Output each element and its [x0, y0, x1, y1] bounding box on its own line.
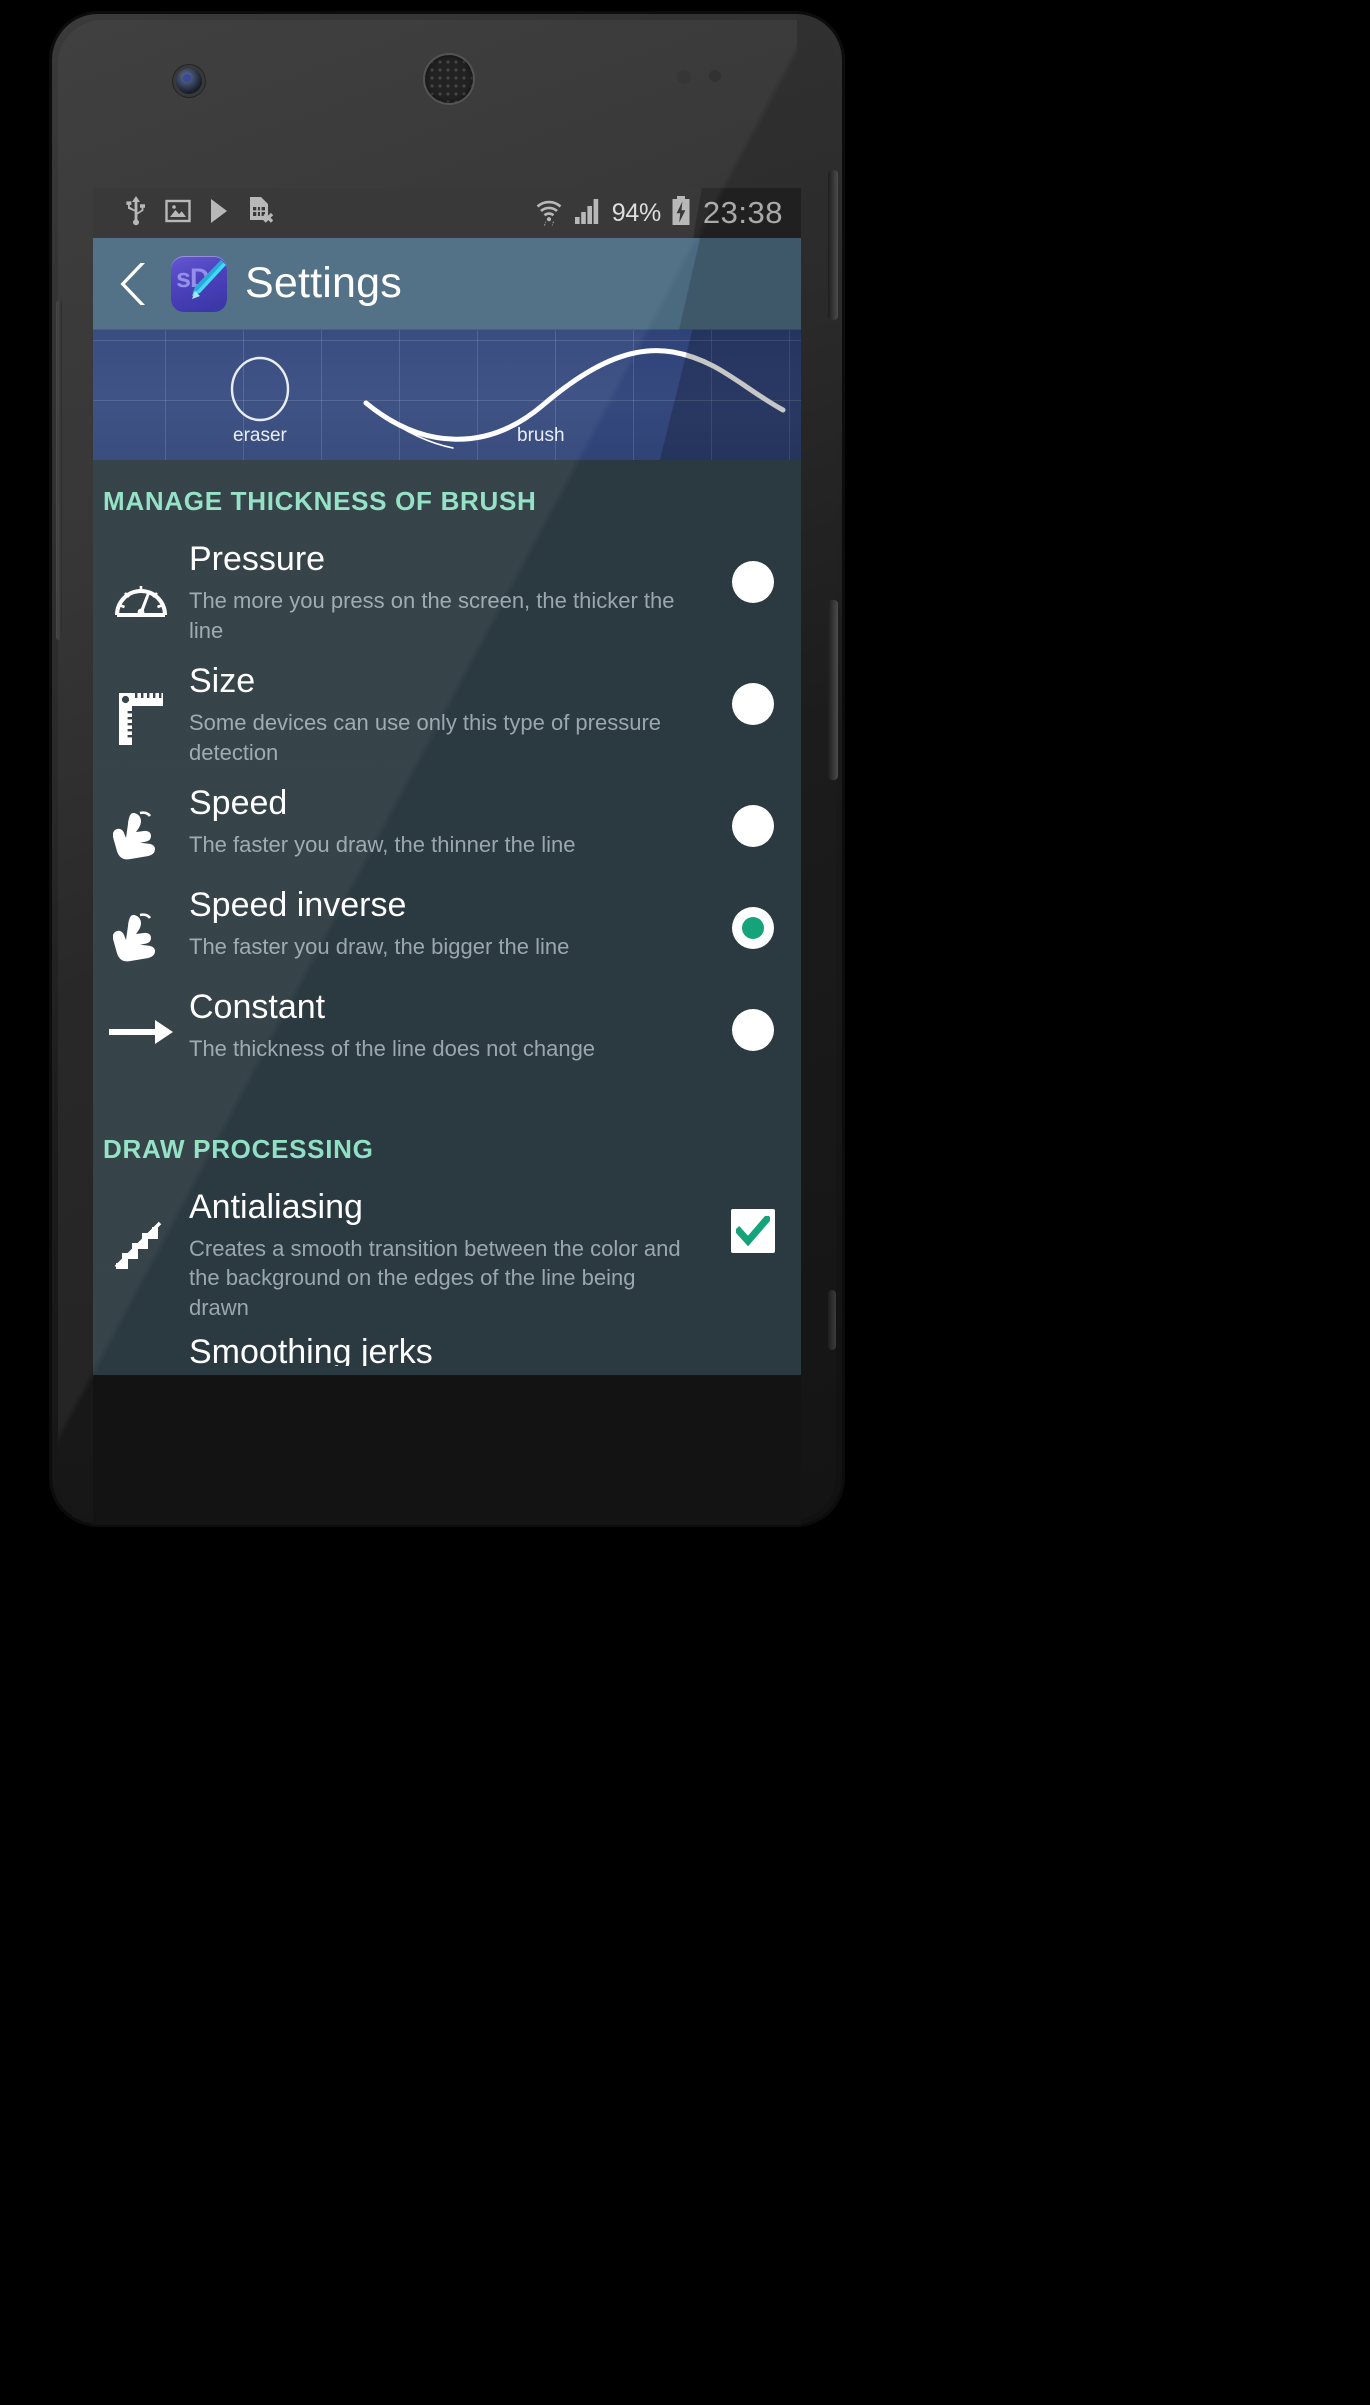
play-icon: [209, 198, 229, 229]
screen-bottom-edge: [93, 1345, 801, 1375]
section-header-draw-processing: DRAW PROCESSING: [103, 1133, 374, 1164]
setting-row-speed[interactable]: Speed The faster you draw, the thinner t…: [93, 777, 801, 879]
section-header-thickness: MANAGE THICKNESS OF BRUSH: [103, 486, 537, 516]
brush-sine-taper: [365, 402, 454, 449]
setting-row-size[interactable]: Size Some devices can use only this type…: [93, 655, 801, 777]
setting-row-constant[interactable]: Constant The thickness of the line does …: [93, 981, 801, 1074]
hand-tap-icon: [93, 885, 189, 971]
preview-glare: [571, 330, 801, 460]
proximity-sensor: [677, 70, 691, 84]
setting-title: Speed inverse: [189, 885, 407, 924]
setting-control[interactable]: [705, 885, 801, 949]
checkbox-antialiasing[interactable]: [731, 1208, 775, 1253]
ruler-icon: [93, 661, 189, 749]
setting-control[interactable]: [705, 987, 801, 1051]
gauge-icon: [93, 539, 189, 627]
setting-title: Size: [189, 661, 256, 700]
setting-description: The faster you draw, the thinner the lin…: [189, 832, 576, 858]
radio-size[interactable]: [732, 682, 774, 725]
volume-rocker[interactable]: [56, 300, 62, 640]
status-bar-system: 94% 23:38: [534, 195, 787, 231]
stairs-antialias-icon: [93, 1187, 189, 1273]
brush-preview-canvas[interactable]: eraser brush: [93, 330, 801, 460]
setting-description: The thickness of the line does not chang…: [189, 1036, 596, 1062]
setting-control[interactable]: [705, 1187, 801, 1253]
setting-body: Speed inverse The faster you draw, the b…: [189, 885, 705, 962]
radio-constant[interactable]: [732, 1008, 774, 1051]
settings-list: MANAGE THICKNESS OF BRUSH Pressure The m…: [93, 460, 801, 1375]
setting-row-antialiasing[interactable]: Antialiasing Creates a smooth transition…: [93, 1181, 801, 1332]
setting-title: Constant: [189, 987, 326, 1026]
arrow-right-icon: [93, 987, 189, 1049]
setting-title: Antialiasing: [189, 1187, 363, 1226]
screenshot-root: 94% 23:38 sD Settings eraser brush MANAG…: [0, 0, 1370, 2405]
power-button[interactable]: [828, 170, 838, 320]
radio-pressure[interactable]: [732, 561, 774, 603]
wifi-icon: [534, 196, 564, 231]
eraser-label: eraser: [233, 425, 287, 446]
earpiece-speaker: [425, 55, 473, 103]
setting-description: Some devices can use only this type of p…: [189, 710, 662, 765]
setting-description: Creates a smooth transition between the …: [189, 1236, 681, 1320]
setting-row-speed-inverse[interactable]: Speed inverse The faster you draw, the b…: [93, 879, 801, 981]
eraser-circle-shape: [230, 356, 290, 422]
setting-body: Speed The faster you draw, the thinner t…: [189, 783, 705, 860]
setting-control[interactable]: [705, 783, 801, 847]
setting-control[interactable]: [705, 661, 801, 725]
setting-body: Constant The thickness of the line does …: [189, 987, 705, 1064]
gallery-icon: [165, 198, 191, 229]
cellular-signal-icon: [574, 197, 602, 230]
light-sensor: [709, 70, 721, 82]
sim-card-removed-icon: [247, 196, 275, 231]
setting-control[interactable]: [705, 539, 801, 603]
app-icon: sD: [171, 255, 227, 312]
brush-label: brush: [517, 425, 565, 446]
status-bar: 94% 23:38: [93, 188, 801, 238]
status-bar-notifications: [125, 195, 275, 231]
page-title: Settings: [245, 259, 402, 307]
clock-label: 23:38: [702, 195, 783, 230]
setting-body: Antialiasing Creates a smooth transition…: [189, 1187, 705, 1322]
side-bezel-lower: [828, 1290, 836, 1350]
back-chevron-icon[interactable]: [111, 261, 157, 307]
side-bezel-upper: [828, 600, 838, 780]
front-camera-icon: [176, 68, 202, 94]
setting-description: The more you press on the screen, the th…: [189, 588, 675, 643]
setting-row-pressure[interactable]: Pressure The more you press on the scree…: [93, 533, 801, 655]
phone-chin: [93, 1375, 801, 1525]
setting-description: The faster you draw, the bigger the line: [189, 934, 570, 960]
radio-speed[interactable]: [732, 804, 774, 847]
setting-title: Pressure: [189, 540, 326, 578]
radio-speed-inverse[interactable]: [732, 906, 774, 949]
action-bar: sD Settings: [93, 238, 801, 330]
battery-charging-icon: [671, 195, 691, 231]
setting-title: Speed: [189, 783, 288, 822]
usb-icon: [125, 195, 147, 231]
hand-tap-icon: [93, 783, 189, 869]
device-screen: 94% 23:38 sD Settings eraser brush MANAG…: [93, 188, 801, 1375]
setting-body: Pressure The more you press on the scree…: [189, 539, 705, 645]
setting-body: Size Some devices can use only this type…: [189, 661, 705, 767]
battery-percent-label: 94%: [611, 198, 661, 227]
